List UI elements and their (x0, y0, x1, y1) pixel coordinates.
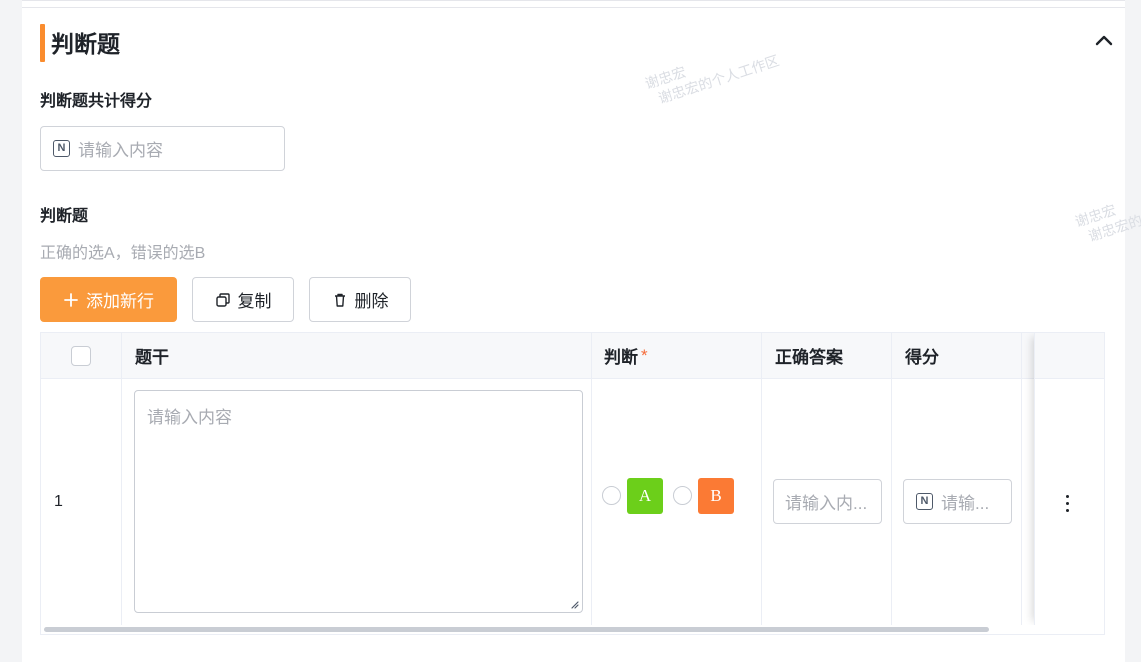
more-vertical-icon (1065, 494, 1069, 512)
actions-header (1035, 333, 1104, 379)
row-more-button[interactable] (1057, 488, 1077, 518)
chevron-up-icon (1095, 35, 1113, 46)
trash-icon (332, 292, 348, 308)
column-header-judge: 判断 * (592, 333, 762, 379)
horizontal-scrollbar[interactable] (41, 625, 1104, 634)
score-placeholder: 请输... (941, 494, 990, 513)
scrollbar-thumb[interactable] (44, 627, 989, 632)
resize-grip-icon[interactable] (569, 599, 579, 609)
required-mark: * (641, 345, 648, 365)
column-header-stem: 题干 (122, 333, 592, 379)
row-index: 1 (41, 379, 122, 625)
delete-button[interactable]: 删除 (309, 277, 411, 322)
stem-cell: 请输入内容 (122, 379, 592, 625)
answer-placeholder: 请输入内... (785, 494, 868, 513)
add-row-label: 添加新行 (86, 292, 154, 311)
delete-label: 删除 (354, 292, 389, 311)
option-a-badge[interactable]: A (627, 478, 663, 514)
answer-cell: 请输入内... (762, 379, 892, 625)
number-icon: N (53, 140, 70, 157)
copy-icon (215, 292, 231, 308)
copy-label: 复制 (237, 292, 272, 311)
option-a-radio[interactable] (602, 486, 621, 505)
score-input[interactable]: N 请输... (903, 479, 1012, 524)
select-all-checkbox[interactable] (71, 345, 91, 366)
section-title: 判断题 (51, 31, 120, 57)
column-header-answer: 正确答案 (762, 333, 892, 379)
total-score-placeholder: 请输入内容 (78, 141, 163, 160)
answer-input[interactable]: 请输入内... (773, 479, 882, 524)
option-b-badge[interactable]: B (698, 478, 734, 514)
collapse-button[interactable] (1090, 26, 1118, 54)
copy-button[interactable]: 复制 (192, 277, 294, 322)
total-score-input[interactable]: N 请输入内容 (40, 126, 285, 171)
add-row-button[interactable]: 添加新行 (40, 277, 177, 322)
section-accent-bar (40, 24, 45, 62)
total-score-label: 判断题共计得分 (40, 93, 153, 110)
select-all-cell (41, 333, 122, 379)
actions-column (1034, 333, 1104, 625)
questions-hint: 正确的选A，错误的选B (40, 245, 206, 262)
judge-cell: A B (592, 379, 762, 625)
score-cell: N 请输... (892, 379, 1022, 625)
column-header-score: 得分 (892, 333, 1022, 379)
plus-icon (63, 292, 79, 308)
option-b-radio[interactable] (673, 486, 692, 505)
questions-label: 判断题 (40, 208, 89, 225)
questions-table: 题干 判断 * 正确答案 得分 1 请输入内容 A B 请输入内... N 请输.… (40, 332, 1105, 635)
stem-textarea[interactable]: 请输入内容 (134, 390, 583, 613)
divider (22, 7, 1125, 8)
stem-placeholder: 请输入内容 (147, 408, 232, 427)
number-icon: N (916, 493, 933, 510)
